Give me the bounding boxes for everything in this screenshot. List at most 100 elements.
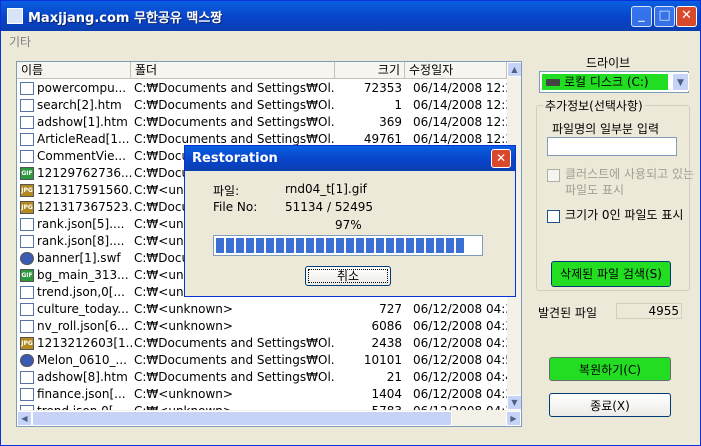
progress-segment bbox=[326, 238, 334, 253]
list-header: 이름 폴더 크기 수정일자 bbox=[17, 62, 507, 79]
cluster-checkbox[interactable] bbox=[547, 169, 560, 182]
main-window: Maxjjang.com 무한공유 맥스짱 _ □ ✕ 기타 이름 폴더 크기 … bbox=[0, 0, 701, 446]
column-name-header[interactable]: 이름 bbox=[17, 62, 131, 79]
file-icon bbox=[20, 116, 34, 129]
swf-file-icon bbox=[20, 354, 34, 367]
file-icon bbox=[20, 235, 34, 248]
table-row[interactable]: JPG 1213212603[1... C:₩Documents and Setti… bbox=[17, 335, 507, 352]
column-date-header[interactable]: 수정일자 bbox=[405, 62, 507, 79]
drive-select[interactable]: 로컬 디스크 (C:) ▼ bbox=[539, 71, 689, 93]
file-name-cell: trend.json,0[... bbox=[37, 285, 125, 299]
file-name-cell: rank.json[5].... bbox=[37, 217, 125, 231]
menu-bar: 기타 bbox=[1, 31, 700, 51]
zero-size-checkbox[interactable] bbox=[547, 210, 560, 223]
progress-segment bbox=[256, 238, 264, 253]
progress-fill bbox=[216, 238, 472, 253]
file-name-cell: adshow[8].htm bbox=[37, 370, 128, 384]
file-no-label: File No: bbox=[213, 200, 258, 214]
table-row[interactable]: adshow[1].htm C:₩Documents and Settings₩O… bbox=[17, 114, 507, 131]
extra-info-title: 추가정보(선택사항) bbox=[543, 97, 645, 114]
progress-segment bbox=[306, 238, 314, 253]
size-cell: 369 bbox=[379, 115, 402, 129]
progress-segment bbox=[266, 238, 274, 253]
options-panel: 드라이브 로컬 디스크 (C:) ▼ 추가정보(선택사항) 파일명의 일부분 입… bbox=[531, 51, 694, 431]
title-bar[interactable]: Maxjjang.com 무한공유 맥스짱 _ □ ✕ bbox=[1, 1, 700, 31]
file-name-cell: finance.json[... bbox=[37, 387, 126, 401]
progress-bar bbox=[213, 235, 483, 256]
progress-segment bbox=[436, 238, 444, 253]
swf-file-icon bbox=[20, 252, 34, 265]
drive-label: 드라이브 bbox=[586, 56, 631, 70]
scroll-down-button[interactable]: ▼ bbox=[507, 395, 521, 410]
menu-etc[interactable]: 기타 bbox=[9, 33, 31, 50]
table-row[interactable]: search[2].htm C:₩Documents and Settings₩O… bbox=[17, 97, 507, 114]
close-button[interactable]: ✕ bbox=[676, 6, 697, 27]
date-cell: 06/14/2008 12:32 bbox=[413, 81, 507, 95]
progress-segment bbox=[446, 238, 454, 253]
found-files-label: 발견된 파일 bbox=[538, 306, 598, 320]
file-name-cell: adshow[1].htm bbox=[37, 115, 128, 129]
restore-button[interactable]: 복원하기(C) bbox=[549, 357, 671, 381]
scroll-up-button[interactable]: ▲ bbox=[507, 62, 521, 77]
file-icon bbox=[20, 286, 34, 299]
progress-segment bbox=[456, 238, 464, 253]
minimize-button[interactable]: _ bbox=[631, 6, 652, 27]
table-row[interactable]: Melon_0610_... C:₩Documents and Settings₩… bbox=[17, 352, 507, 369]
progress-segment bbox=[396, 238, 404, 253]
progress-segment bbox=[346, 238, 354, 253]
table-row[interactable]: powercompu... C:₩Documents and Settings₩O… bbox=[17, 80, 507, 97]
scroll-right-button[interactable]: ▶ bbox=[506, 411, 521, 426]
file-name-cell: banner[1].swf bbox=[37, 251, 121, 265]
horizontal-scrollbar[interactable]: ◀ ▶ bbox=[17, 410, 521, 426]
window-title: Maxjjang.com 무한공유 맥스짱 bbox=[28, 11, 223, 26]
column-folder-header[interactable]: 폴더 bbox=[131, 62, 335, 79]
dialog-close-icon[interactable]: ✕ bbox=[491, 149, 511, 168]
progress-segment bbox=[316, 238, 324, 253]
table-row[interactable]: nv_roll.json[6... C:₩<unknown> 6086 06/12/2… bbox=[17, 318, 507, 335]
folder-cell: C:₩<unknown> bbox=[134, 319, 233, 333]
progress-segment bbox=[406, 238, 414, 253]
restoration-dialog: Restoration ✕ 파일: rnd04_t[1].gif File No… bbox=[184, 145, 516, 297]
search-deleted-button[interactable]: 삭제된 파일 검색(S) bbox=[551, 261, 671, 287]
folder-cell: C:₩<unknown> bbox=[134, 302, 233, 316]
maximize-button[interactable]: □ bbox=[654, 6, 675, 27]
size-cell: 1404 bbox=[371, 387, 402, 401]
file-name-cell: bg_main_313... bbox=[37, 268, 129, 282]
progress-segment bbox=[286, 238, 294, 253]
table-row[interactable]: adshow[8].htm C:₩Documents and Settings₩O… bbox=[17, 369, 507, 386]
folder-cell: C:₩Documents and Settings₩Ol... bbox=[134, 115, 334, 129]
cancel-button[interactable]: 취소 bbox=[305, 266, 391, 286]
table-row[interactable]: finance.json[... C:₩<unknown> 1404 06/12/20… bbox=[17, 386, 507, 403]
progress-segment bbox=[366, 238, 374, 253]
file-name-cell: 12129762736... bbox=[37, 166, 132, 180]
file-icon bbox=[20, 133, 34, 146]
size-cell: 21 bbox=[386, 370, 402, 384]
size-cell: 727 bbox=[379, 302, 402, 316]
exit-button[interactable]: 종료(X) bbox=[549, 393, 671, 417]
date-cell: 06/12/2008 04:37 bbox=[413, 302, 507, 316]
date-cell: 06/14/2008 12:32 bbox=[413, 115, 507, 129]
file-icon bbox=[20, 82, 34, 95]
part-name-input[interactable] bbox=[547, 137, 677, 156]
part-name-label: 파일명의 일부분 입력 bbox=[552, 122, 659, 136]
progress-segment bbox=[386, 238, 394, 253]
app-icon bbox=[7, 8, 23, 24]
table-row[interactable]: culture_today... C:₩<unknown> 727 06/12/200… bbox=[17, 301, 507, 318]
file-icon bbox=[20, 388, 34, 401]
progress-segment bbox=[296, 238, 304, 253]
horizontal-scroll-thumb[interactable] bbox=[32, 411, 452, 426]
date-cell: 06/14/2008 12:32 bbox=[413, 98, 507, 112]
file-value: rnd04_t[1].gif bbox=[285, 182, 367, 196]
cancel-button-label: 취소 bbox=[308, 269, 388, 283]
chevron-down-icon[interactable]: ▼ bbox=[672, 73, 689, 91]
cluster-checkbox-label: 클러스트에 사용되고 있는 파일도 표시 bbox=[565, 167, 695, 197]
gif-file-icon: GIF bbox=[20, 269, 34, 282]
jpg-file-icon: JPG bbox=[20, 184, 34, 197]
progress-segment bbox=[336, 238, 344, 253]
dialog-title-bar[interactable]: Restoration ✕ bbox=[185, 146, 515, 171]
gif-file-icon: GIF bbox=[20, 167, 34, 180]
scroll-left-button[interactable]: ◀ bbox=[17, 411, 32, 426]
file-name-cell: 1213212603[1... bbox=[37, 336, 132, 350]
date-cell: 06/12/2008 04:37 bbox=[413, 387, 507, 401]
column-size-header[interactable]: 크기 bbox=[335, 62, 405, 79]
